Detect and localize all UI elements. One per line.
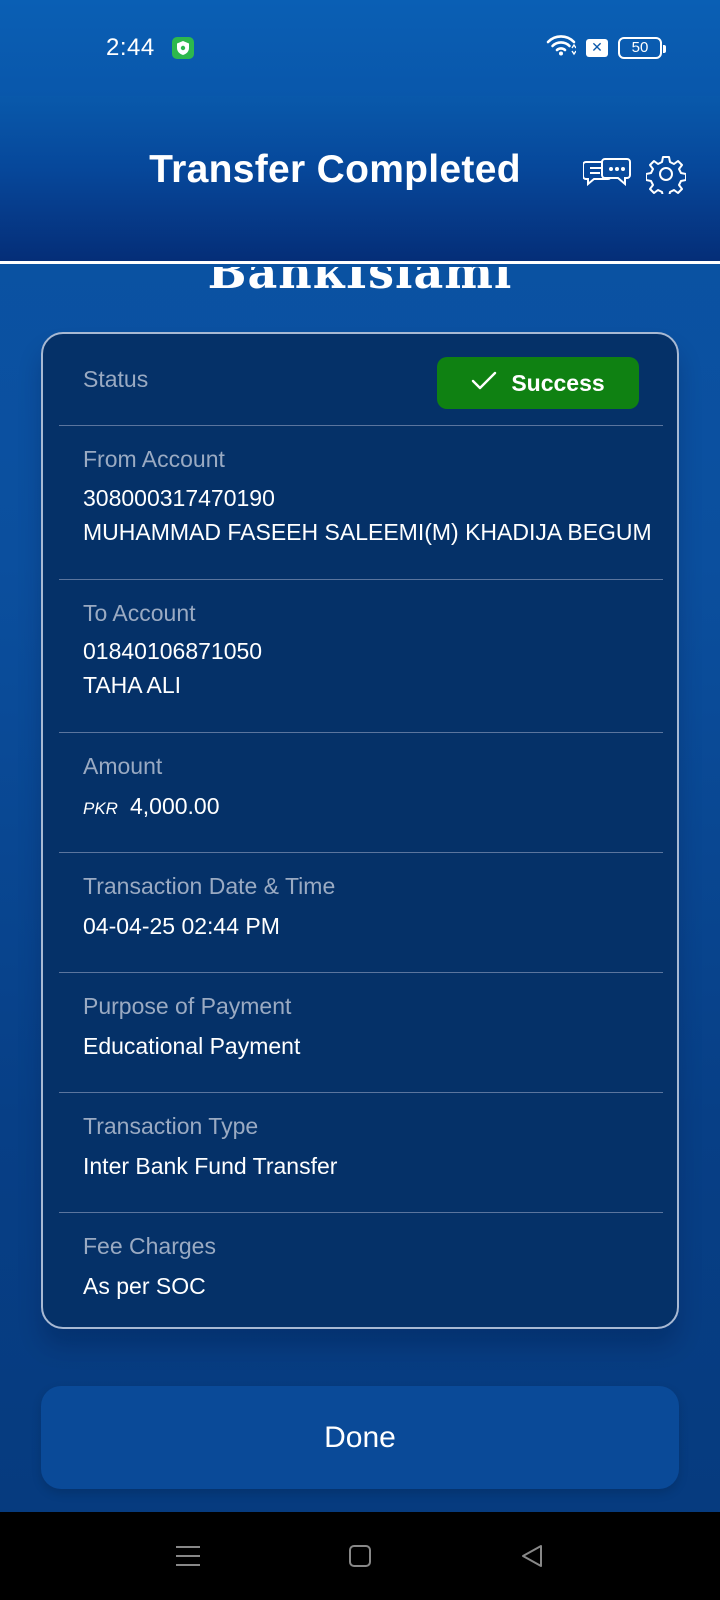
status-time: 2:44 bbox=[106, 34, 155, 61]
gear-icon[interactable] bbox=[644, 152, 688, 196]
from-account-row: From Account 308000317470190 MUHAMMAD FA… bbox=[59, 426, 663, 580]
fee-row: Fee Charges As per SOC bbox=[59, 1213, 663, 1327]
home-icon[interactable] bbox=[344, 1540, 376, 1572]
header: Transfer Completed bbox=[0, 96, 720, 264]
x-badge-icon: ✕ bbox=[586, 38, 608, 57]
chat-icon[interactable] bbox=[583, 152, 633, 196]
amount-label: Amount bbox=[83, 753, 163, 779]
purpose-value: Educational Payment bbox=[83, 1033, 301, 1059]
page-title: Transfer Completed bbox=[149, 148, 521, 191]
done-button[interactable]: Done bbox=[41, 1386, 679, 1489]
purpose-row: Purpose of Payment Educational Payment bbox=[59, 973, 663, 1093]
from-account-name: MUHAMMAD FASEEH SALEEMI(M) KHADIJA BEGUM bbox=[83, 519, 652, 545]
shield-icon bbox=[172, 37, 194, 59]
purpose-label: Purpose of Payment bbox=[83, 993, 292, 1019]
amount-row: Amount PKR 4,000.00 bbox=[59, 733, 663, 853]
fee-value: As per SOC bbox=[83, 1273, 206, 1299]
to-account-name: TAHA ALI bbox=[83, 672, 182, 698]
receipt-card: Status Success From Account 308000317470… bbox=[41, 332, 679, 1329]
status-label: Status bbox=[83, 366, 149, 392]
back-icon[interactable] bbox=[516, 1540, 548, 1572]
currency-label: PKR bbox=[83, 799, 118, 818]
status-badge-label: Success bbox=[511, 369, 605, 396]
status-badge: Success bbox=[437, 357, 639, 409]
transaction-type-value: Inter Bank Fund Transfer bbox=[83, 1153, 338, 1179]
amount-value: PKR 4,000.00 bbox=[83, 793, 220, 820]
from-account-label: From Account bbox=[83, 446, 225, 472]
menu-icon[interactable] bbox=[172, 1540, 204, 1572]
system-nav-bar bbox=[0, 1512, 720, 1600]
wifi-icon bbox=[546, 34, 577, 61]
battery-icon: 50 bbox=[618, 36, 666, 59]
fee-label: Fee Charges bbox=[83, 1233, 216, 1259]
transaction-type-row: Transaction Type Inter Bank Fund Transfe… bbox=[59, 1093, 663, 1213]
transaction-type-label: Transaction Type bbox=[83, 1113, 259, 1139]
to-account-row: To Account 01840106871050 TAHA ALI bbox=[59, 580, 663, 733]
from-account-number: 308000317470190 bbox=[83, 485, 275, 511]
amount-number: 4,000.00 bbox=[129, 793, 220, 819]
check-icon bbox=[471, 370, 497, 397]
datetime-label: Transaction Date & Time bbox=[83, 873, 336, 899]
datetime-value: 04-04-25 02:44 PM bbox=[83, 913, 280, 939]
datetime-row: Transaction Date & Time 04-04-25 02:44 P… bbox=[59, 853, 663, 973]
status-bar: 2:44 ✕ 50 bbox=[0, 0, 720, 96]
to-account-number: 01840106871050 bbox=[83, 638, 263, 664]
brand-logo-text: BankIslami bbox=[0, 267, 720, 289]
status-row: Status Success bbox=[59, 334, 663, 426]
to-account-label: To Account bbox=[83, 600, 196, 626]
